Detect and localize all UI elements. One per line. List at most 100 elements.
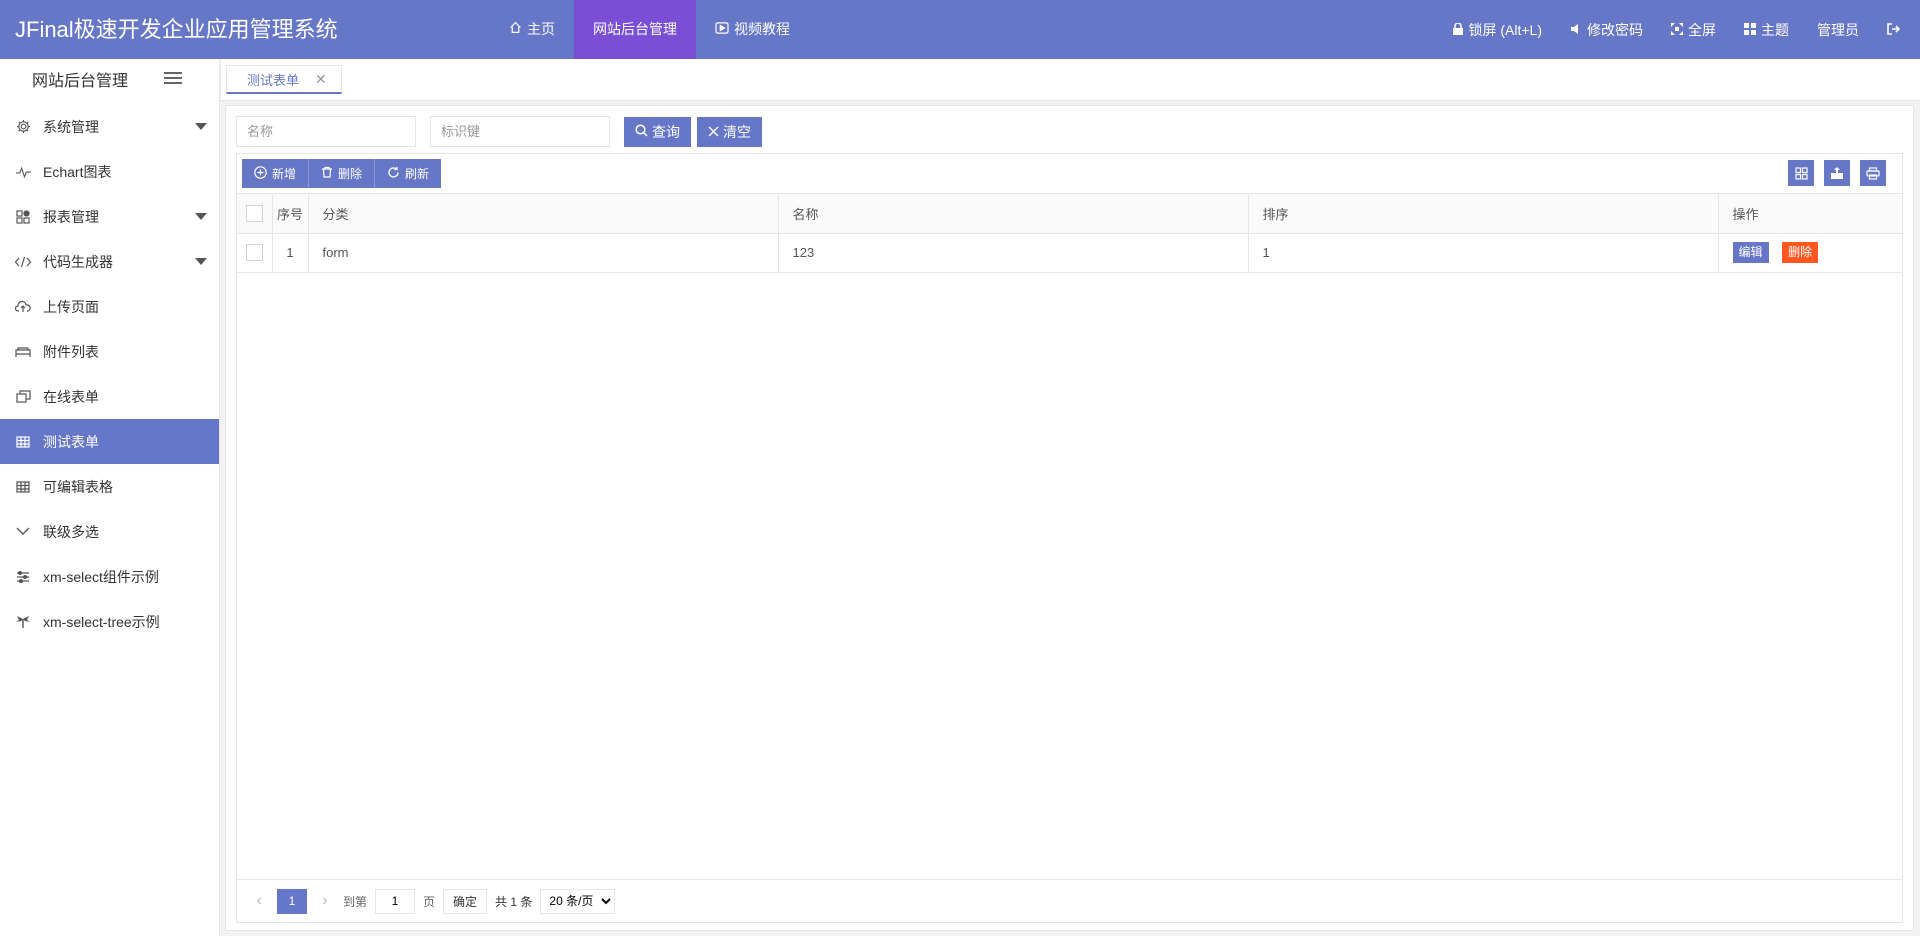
- cell-actions: 编辑 删除: [1718, 233, 1902, 273]
- sliders-icon: [15, 569, 31, 585]
- lock-screen-button[interactable]: 锁屏 (Alt+L): [1439, 0, 1556, 59]
- sidebar-item-xm-select-tree[interactable]: xm-select-tree示例: [0, 599, 219, 644]
- sidebar-title-text: 网站后台管理: [32, 73, 129, 90]
- sidebar-item-label: 测试表单: [43, 433, 99, 450]
- close-icon[interactable]: ✕: [315, 71, 327, 88]
- refresh-icon: [387, 166, 400, 182]
- top-header: JFinal极速开发企业应用管理系统 主页 网站后台管理 视频教程 锁屏 (Al…: [0, 0, 1920, 59]
- sidebar-item-label: 在线表单: [43, 388, 99, 405]
- topnav-backend[interactable]: 网站后台管理: [574, 0, 696, 59]
- sidebar-item-label: Echart图表: [43, 163, 112, 180]
- form-icon: [15, 389, 31, 405]
- header-name[interactable]: 名称: [778, 194, 1249, 234]
- query-label: 查询: [652, 123, 680, 140]
- user-menu[interactable]: 管理员: [1803, 0, 1873, 59]
- topnav-home[interactable]: 主页: [490, 0, 574, 59]
- upload-cloud-icon: [15, 299, 31, 315]
- sidebar-item-label: 报表管理: [43, 208, 99, 225]
- video-icon: [715, 0, 729, 59]
- chevron-down-icon: [15, 524, 31, 540]
- sidebar-item-cascade-select[interactable]: 联级多选: [0, 509, 219, 554]
- sidebar-item-xm-select[interactable]: xm-select组件示例: [0, 554, 219, 599]
- sidebar-item-echart[interactable]: Echart图表: [0, 149, 219, 194]
- clear-button[interactable]: 清空: [697, 116, 762, 147]
- goto-label: 到第: [343, 894, 368, 909]
- print-icon[interactable]: [1860, 160, 1886, 186]
- header-checkbox-cell: [237, 194, 273, 234]
- sidebar-item-report[interactable]: 报表管理: [0, 194, 219, 239]
- page-size-select[interactable]: 20 条/页: [540, 888, 616, 914]
- caret-down-icon: [195, 213, 207, 220]
- select-all-checkbox[interactable]: [245, 204, 263, 222]
- tab-label: 测试表单: [247, 72, 300, 88]
- topnav-video[interactable]: 视频教程: [696, 0, 809, 59]
- header-sort[interactable]: 排序: [1248, 194, 1719, 234]
- topnav-backend-label: 网站后台管理: [593, 21, 677, 37]
- sidebar-item-online-form[interactable]: 在线表单: [0, 374, 219, 419]
- sidebar-item-label: 联级多选: [43, 523, 99, 540]
- sidebar-title: 网站后台管理: [0, 59, 219, 104]
- tab-test-form[interactable]: 测试表单 ✕: [226, 65, 342, 94]
- goto-page-input[interactable]: [375, 888, 416, 914]
- header-actions: 操作: [1718, 194, 1902, 234]
- total-count: 共 1 条: [495, 894, 533, 909]
- sidebar-item-codegen[interactable]: 代码生成器: [0, 239, 219, 284]
- app-title: JFinal极速开发企业应用管理系统: [15, 17, 338, 42]
- key-search-input[interactable]: [430, 116, 610, 147]
- theme-label: 主题: [1761, 21, 1789, 38]
- refresh-button[interactable]: 刷新: [375, 159, 442, 188]
- sidebar-item-editable-table[interactable]: 可编辑表格: [0, 464, 219, 509]
- code-icon: [15, 254, 31, 270]
- goto-confirm-button[interactable]: 确定: [443, 888, 488, 914]
- top-nav: 主页 网站后台管理 视频教程: [490, 0, 809, 59]
- prev-page-icon[interactable]: ‹: [249, 892, 269, 910]
- sidebar-item-label: 系统管理: [43, 118, 99, 135]
- logout-button[interactable]: [1873, 0, 1920, 59]
- sidebar-item-system[interactable]: 系统管理: [0, 104, 219, 149]
- data-table: 序号 分类 名称 排序 操作 1 form 123 1 编辑 删除: [237, 194, 1902, 273]
- row-delete-button[interactable]: 删除: [1782, 242, 1819, 263]
- pulse-icon: [15, 164, 31, 180]
- query-button[interactable]: 查询: [624, 116, 691, 147]
- add-button[interactable]: 新增: [242, 159, 310, 188]
- lock-icon: [1453, 21, 1464, 38]
- caret-down-icon: [195, 123, 207, 130]
- sidebar-item-upload[interactable]: 上传页面: [0, 284, 219, 329]
- fullscreen-icon: [1671, 22, 1683, 38]
- sidebar-item-test-form[interactable]: 测试表单: [0, 419, 219, 464]
- home-icon: [509, 0, 522, 59]
- tree-icon: [15, 614, 31, 630]
- sidebar-item-label: 代码生成器: [43, 253, 113, 270]
- report-icon: [15, 209, 31, 225]
- change-password-label: 修改密码: [1587, 21, 1643, 38]
- table-icon: [15, 479, 31, 495]
- edit-button[interactable]: 编辑: [1732, 242, 1769, 263]
- sidebar-item-attachments[interactable]: 附件列表: [0, 329, 219, 374]
- sidebar: 网站后台管理 系统管理 Echart图表 报表管理 代码生成器 上传页面 附件列…: [0, 59, 220, 936]
- columns-filter-icon[interactable]: [1788, 160, 1814, 186]
- cell-sort: 1: [1248, 233, 1719, 273]
- header-category[interactable]: 分类: [308, 194, 779, 234]
- cell-category: form: [308, 233, 779, 273]
- current-page[interactable]: 1: [277, 888, 307, 914]
- topnav-video-label: 视频教程: [734, 21, 790, 37]
- search-buttons: 查询 清空: [624, 116, 762, 147]
- fullscreen-button[interactable]: 全屏: [1657, 0, 1730, 59]
- table-row: 1 form 123 1 编辑 删除: [237, 233, 1902, 273]
- next-page-icon[interactable]: ›: [315, 892, 335, 910]
- caret-down-icon: [195, 258, 207, 265]
- theme-button[interactable]: 主题: [1730, 0, 1803, 59]
- toolbar-buttons: 新增 删除 刷新: [242, 159, 442, 188]
- menu-toggle-icon[interactable]: [164, 69, 182, 87]
- table-toolbar: 新增 删除 刷新: [237, 154, 1902, 194]
- logout-icon: [1887, 22, 1901, 38]
- change-password-button[interactable]: 修改密码: [1556, 0, 1657, 59]
- clear-label: 清空: [723, 123, 751, 140]
- sidebar-item-label: xm-select组件示例: [43, 568, 159, 585]
- grid-icon: [1744, 22, 1756, 38]
- export-icon[interactable]: [1824, 160, 1850, 186]
- topnav-home-label: 主页: [527, 21, 555, 37]
- row-checkbox[interactable]: [245, 244, 263, 262]
- name-search-input[interactable]: [236, 116, 416, 147]
- delete-button[interactable]: 删除: [309, 159, 376, 188]
